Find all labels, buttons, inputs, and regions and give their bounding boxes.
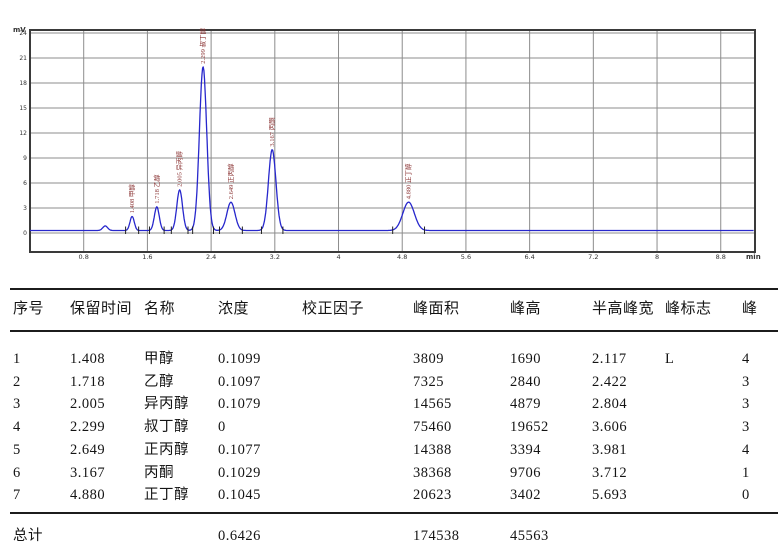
table-cell: 3.606 bbox=[592, 417, 627, 437]
table-row: 2 1.718 乙醇 0.1097 7325 2840 2.422 3 bbox=[0, 372, 760, 394]
table-cell: 3 bbox=[13, 394, 21, 414]
table-cell: 7 bbox=[13, 485, 21, 505]
table-row: 3 2.005 异丙醇 0.1079 14565 4879 2.804 3 bbox=[0, 394, 760, 416]
peak-results-table: 序号 保留时间名称 浓度 校正因子 峰面积 峰高 半高峰宽峰标志 峰 1 1.408 甲醇 0.10… bbox=[0, 0, 778, 551]
table-row: 5 2.649 正丙醇 0.1077 14388 3394 3.981 4 bbox=[0, 440, 760, 462]
total-cell: 174538 bbox=[413, 526, 460, 546]
table-cell: 2.422 bbox=[592, 372, 627, 392]
table-cell: 0 bbox=[218, 417, 226, 437]
table-cell: 38368 bbox=[413, 463, 452, 483]
table-cell: 2840 bbox=[510, 372, 541, 392]
table-row: 6 3.167 丙酮 0.1029 38368 9706 3.712 1 bbox=[0, 463, 760, 485]
table-cell: 2 bbox=[13, 372, 21, 392]
table-cell: 0.1029 bbox=[218, 463, 261, 483]
table-header-row: 序号 保留时间名称 浓度 校正因子 峰面积 峰高 半高峰宽峰标志 峰 bbox=[0, 299, 760, 321]
table-cell: 异丙醇 bbox=[144, 394, 189, 414]
column-header: 浓度 bbox=[218, 299, 249, 319]
table-row: 7 4.880 正丁醇 0.1045 20623 3402 5.693 0 bbox=[0, 485, 760, 507]
table-cell: 3 bbox=[742, 394, 750, 414]
table-cell: 1.408 bbox=[70, 349, 105, 369]
table-cell: 正丙醇 bbox=[144, 440, 189, 460]
table-total-row: 总计 0.6426 174538 45563 bbox=[0, 526, 760, 548]
table-cell: 正丁醇 bbox=[144, 485, 189, 505]
column-header: 校正因子 bbox=[302, 299, 364, 319]
table-cell: 2.005 bbox=[70, 394, 105, 414]
table-cell: 20623 bbox=[413, 485, 452, 505]
table-cell: L bbox=[665, 349, 674, 369]
column-header: 名称 bbox=[144, 299, 175, 319]
table-cell: 75460 bbox=[413, 417, 452, 437]
table-cell: 叔丁醇 bbox=[144, 417, 189, 437]
table-cell: 19652 bbox=[510, 417, 549, 437]
table-cell: 0.1097 bbox=[218, 372, 261, 392]
table-cell: 3394 bbox=[510, 440, 541, 460]
table-cell: 0.1077 bbox=[218, 440, 261, 460]
column-header: 保留时间 bbox=[70, 299, 132, 319]
column-header: 峰 bbox=[742, 299, 758, 319]
table-cell: 1.718 bbox=[70, 372, 105, 392]
total-cell: 45563 bbox=[510, 526, 549, 546]
table-cell: 5 bbox=[13, 440, 21, 460]
total-cell: 0.6426 bbox=[218, 526, 261, 546]
table-cell: 0 bbox=[742, 485, 750, 505]
table-cell: 3.712 bbox=[592, 463, 627, 483]
table-cell: 4 bbox=[13, 417, 21, 437]
table-cell: 2.649 bbox=[70, 440, 105, 460]
column-header: 峰面积 bbox=[413, 299, 460, 319]
table-cell: 2.804 bbox=[592, 394, 627, 414]
table-cell: 3809 bbox=[413, 349, 444, 369]
table-cell: 4 bbox=[742, 440, 750, 460]
table-cell: 3.981 bbox=[592, 440, 627, 460]
table-cell: 甲醇 bbox=[144, 349, 174, 369]
total-cell: 总计 bbox=[13, 526, 43, 546]
table-cell: 0.1045 bbox=[218, 485, 261, 505]
table-cell: 3.167 bbox=[70, 463, 105, 483]
table-cell: 14388 bbox=[413, 440, 452, 460]
column-header: 峰高 bbox=[510, 299, 541, 319]
table-cell: 0.1079 bbox=[218, 394, 261, 414]
table-cell: 1 bbox=[742, 463, 750, 483]
table-cell: 丙酮 bbox=[144, 463, 174, 483]
table-cell: 2.117 bbox=[592, 349, 627, 369]
table-cell: 3402 bbox=[510, 485, 541, 505]
table-row: 1 1.408 甲醇 0.1099 3809 1690 2.117 L 4 bbox=[0, 349, 760, 371]
table-cell: 3 bbox=[742, 372, 750, 392]
table-cell: 2.299 bbox=[70, 417, 105, 437]
table-cell: 乙醇 bbox=[144, 372, 174, 392]
table-cell: 5.693 bbox=[592, 485, 627, 505]
column-header: 序号 bbox=[13, 299, 44, 319]
table-cell: 3 bbox=[742, 417, 750, 437]
column-header: 峰标志 bbox=[665, 299, 712, 319]
column-header: 半高峰宽 bbox=[592, 299, 654, 319]
table-row: 4 2.299 叔丁醇 0 75460 19652 3.606 3 bbox=[0, 417, 760, 439]
table-cell: 14565 bbox=[413, 394, 452, 414]
table-rule-total bbox=[10, 512, 778, 514]
table-rule-header bbox=[10, 330, 778, 332]
table-cell: 1 bbox=[13, 349, 21, 369]
table-cell: 0.1099 bbox=[218, 349, 261, 369]
table-cell: 7325 bbox=[413, 372, 444, 392]
table-rule-top bbox=[10, 288, 778, 290]
table-cell: 9706 bbox=[510, 463, 541, 483]
table-cell: 6 bbox=[13, 463, 21, 483]
table-cell: 4 bbox=[742, 349, 750, 369]
table-cell: 4.880 bbox=[70, 485, 105, 505]
table-cell: 1690 bbox=[510, 349, 541, 369]
table-cell: 4879 bbox=[510, 394, 541, 414]
